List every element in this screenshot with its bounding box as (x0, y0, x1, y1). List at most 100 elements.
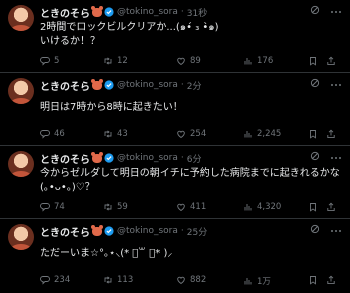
bookmark-icon (310, 276, 316, 285)
views-button[interactable]: 1万 (243, 275, 271, 287)
tweet-header: ときのそら @tokino_sora · 31秒 (40, 5, 207, 20)
reply-button[interactable]: 5 (40, 56, 59, 66)
tweet-top-actions (310, 224, 342, 237)
tweet-actions: 46 43 254 2,245 (40, 129, 340, 143)
share-button[interactable] (326, 202, 336, 212)
retweet-button[interactable]: 113 (103, 275, 133, 285)
share-button[interactable] (326, 129, 336, 139)
share-icon (327, 275, 335, 285)
handle[interactable]: @tokino_sora (117, 153, 178, 163)
reply-button[interactable]: 46 (40, 129, 65, 139)
timestamp[interactable]: 6分 (187, 152, 202, 165)
views-button[interactable]: 176 (243, 56, 273, 66)
views-button[interactable]: 2,245 (243, 129, 281, 139)
grok-icon[interactable] (310, 151, 320, 164)
bookmark-button[interactable] (308, 56, 318, 66)
bear-emoji-icon (91, 78, 103, 90)
share-icon (327, 202, 335, 212)
like-icon (177, 276, 185, 285)
tweet[interactable]: ときのそら @tokino_sora · 31秒 2時間でロックビルクリアか..… (0, 0, 350, 73)
more-icon[interactable] (330, 152, 342, 163)
bookmark-button[interactable] (308, 202, 318, 212)
bear-emoji-icon (91, 151, 103, 163)
tweet-actions: 234 113 882 1万 (40, 275, 340, 289)
timestamp[interactable]: 25分 (187, 225, 207, 238)
separator-dot: · (180, 7, 184, 17)
reply-count: 46 (54, 129, 65, 139)
bear-emoji-icon (91, 224, 103, 236)
more-icon[interactable] (330, 225, 342, 236)
retweet-count: 113 (117, 275, 134, 285)
timestamp[interactable]: 2分 (187, 79, 202, 92)
like-icon (177, 203, 185, 212)
grok-icon[interactable] (310, 224, 320, 237)
like-count: 411 (190, 202, 207, 212)
timestamp[interactable]: 31秒 (187, 6, 207, 19)
avatar[interactable] (8, 224, 34, 250)
display-name[interactable]: ときのそら (40, 78, 90, 93)
tweet[interactable]: ときのそら @tokino_sora · 25分 ただーいま☆°｡⋆⸜(* ॑꒳… (0, 219, 350, 293)
tweet[interactable]: ときのそら @tokino_sora · 2分 明日は7時から8時に起きたい！ … (0, 73, 350, 146)
share-button[interactable] (326, 275, 336, 285)
verified-icon (104, 153, 114, 163)
reply-icon (40, 57, 50, 66)
bookmark-icon (310, 203, 316, 212)
retweet-button[interactable]: 43 (103, 129, 128, 139)
share-icon (327, 129, 335, 139)
separator-dot: · (180, 80, 184, 90)
bear-emoji-icon (91, 5, 103, 17)
handle[interactable]: @tokino_sora (117, 226, 178, 236)
timeline-feed: ときのそら @tokino_sora · 31秒 2時間でロックビルクリアか..… (0, 0, 350, 293)
like-count: 254 (190, 129, 207, 139)
tweet-text: ただーいま☆°｡⋆⸜(* ॑꒳ ॑* )⸝ (40, 248, 173, 259)
tweet-actions: 74 59 411 4,320 (40, 202, 340, 216)
retweet-icon (104, 203, 112, 211)
handle[interactable]: @tokino_sora (117, 80, 178, 90)
bookmark-icon (310, 130, 316, 139)
tweet[interactable]: ときのそら @tokino_sora · 6分 今からゼルダして明日の朝イチに予… (0, 146, 350, 219)
like-button[interactable]: 89 (176, 56, 201, 66)
display-name[interactable]: ときのそら (40, 5, 90, 20)
grok-icon[interactable] (310, 78, 320, 91)
handle[interactable]: @tokino_sora (117, 7, 178, 17)
tweet-text: 明日は7時から8時に起きたい！ (40, 102, 183, 113)
bookmark-button[interactable] (308, 129, 318, 139)
tweet-header: ときのそら @tokino_sora · 6分 (40, 151, 202, 166)
verified-icon (104, 226, 114, 236)
grok-icon[interactable] (310, 5, 320, 18)
more-icon[interactable] (330, 79, 342, 90)
reply-count: 5 (54, 56, 60, 66)
more-icon[interactable] (330, 6, 342, 17)
reply-icon (40, 276, 50, 285)
retweet-count: 43 (117, 129, 128, 139)
tweet-header: ときのそら @tokino_sora · 2分 (40, 78, 202, 93)
reply-icon (40, 203, 50, 212)
share-icon (327, 56, 335, 66)
display-name[interactable]: ときのそら (40, 224, 90, 239)
share-button[interactable] (326, 56, 336, 66)
avatar[interactable] (8, 5, 34, 31)
reply-button[interactable]: 74 (40, 202, 65, 212)
views-button[interactable]: 4,320 (243, 202, 281, 212)
bookmark-button[interactable] (308, 275, 318, 285)
tweet-text: 今からゼルダして明日の朝イチに予約した病院までに起きれるかな (｡•ᴗ•｡)♡？ (40, 168, 340, 193)
like-button[interactable]: 254 (176, 129, 206, 139)
like-icon (177, 130, 185, 139)
like-button[interactable]: 882 (176, 275, 206, 285)
reply-count: 234 (54, 275, 71, 285)
verified-icon (104, 7, 114, 17)
retweet-button[interactable]: 12 (103, 56, 128, 66)
retweet-button[interactable]: 59 (103, 202, 128, 212)
reply-button[interactable]: 234 (40, 275, 70, 285)
view-count: 1万 (257, 277, 271, 287)
views-icon (244, 131, 252, 138)
retweet-icon (104, 57, 112, 65)
bookmark-icon (310, 57, 316, 66)
avatar[interactable] (8, 151, 34, 177)
tweet-text: 2時間でロックビルクリアか...(๑•́ ₃ •̀๑) いけるか！？ (40, 22, 219, 47)
tweet-top-actions (310, 78, 342, 91)
display-name[interactable]: ときのそら (40, 151, 90, 166)
like-button[interactable]: 411 (176, 202, 206, 212)
avatar[interactable] (8, 78, 34, 104)
reply-count: 74 (54, 202, 65, 212)
